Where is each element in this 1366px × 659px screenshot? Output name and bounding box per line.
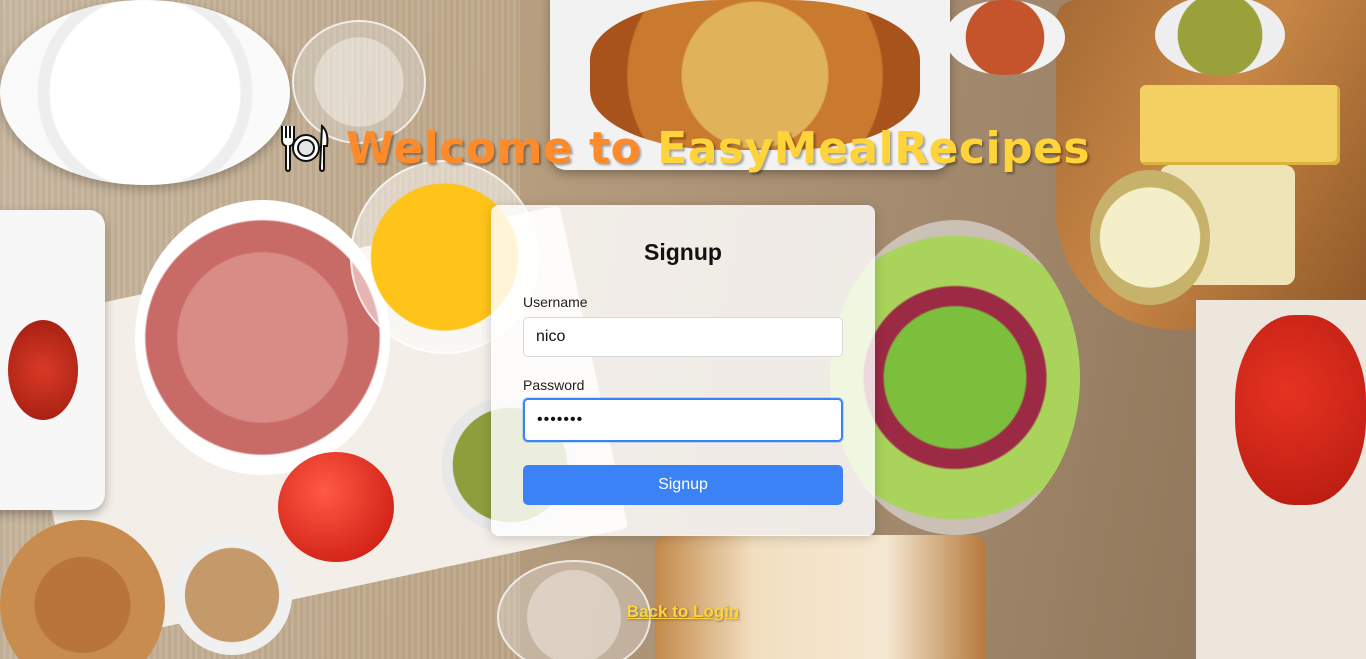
hummus-bowl xyxy=(172,535,292,655)
header: Welcome to EasyMealRecipes xyxy=(0,120,1366,176)
signup-button[interactable]: Signup xyxy=(523,465,843,505)
bacon-bowl xyxy=(945,0,1065,75)
pear-slices xyxy=(1090,170,1210,305)
password-label: Password xyxy=(523,377,585,393)
title-welcome: Welcome to xyxy=(345,122,642,174)
back-to-login-link[interactable]: Back to Login xyxy=(627,602,739,621)
password-input[interactable] xyxy=(523,398,843,442)
tomatoes xyxy=(8,320,78,420)
signup-heading: Signup xyxy=(644,239,722,265)
red-pepper xyxy=(278,452,394,562)
page-title: Welcome to EasyMealRecipes xyxy=(346,123,1090,174)
username-label: Username xyxy=(523,294,588,310)
back-link-row: Back to Login xyxy=(0,602,1366,622)
signup-card: Signup Username Password Signup xyxy=(491,205,875,536)
title-brand: EasyMealRecipes xyxy=(657,122,1091,174)
username-input[interactable] xyxy=(523,317,843,357)
page: Welcome to EasyMealRecipes Signup Userna… xyxy=(0,0,1366,659)
cherry-tomatoes xyxy=(1235,315,1366,505)
plate-cutlery-icon xyxy=(276,120,332,176)
bread-slices xyxy=(655,535,985,659)
